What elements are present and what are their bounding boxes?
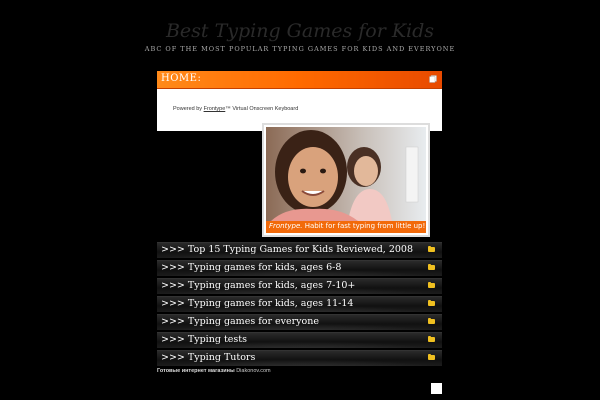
home-title: HOME: (161, 73, 202, 84)
nav-item-label: >>> Typing games for kids, ages 7-10+ (161, 280, 356, 291)
banner-slogan-text: Habit for fast typing from little up! (302, 222, 426, 230)
folder-icon (428, 318, 435, 324)
powered-prefix: Powered by (173, 106, 204, 112)
home-header-bar: HOME: (157, 71, 442, 89)
site-title[interactable]: Best Typing Games for Kids (0, 20, 600, 42)
nav-list: >>> Top 15 Typing Games for Kids Reviewe… (157, 242, 442, 368)
pages-icon[interactable] (429, 75, 437, 83)
banner-brand: Frontype. (269, 222, 303, 230)
nav-item-label: >>> Typing games for kids, ages 6-8 (161, 262, 342, 273)
powered-by-text: Powered by Frontype™ Virtual Onscreen Ke… (173, 106, 298, 112)
footer: Готовые интернет магазины Diakonov.com (157, 368, 271, 374)
folder-icon (428, 264, 435, 270)
nav-item-label: >>> Typing Tutors (161, 352, 256, 363)
nav-item-label: >>> Typing games for everyone (161, 316, 319, 327)
nav-item-ages-6-8[interactable]: >>> Typing games for kids, ages 6-8 (157, 260, 442, 276)
folder-icon (428, 300, 435, 306)
frontype-banner[interactable]: Frontype. Habit for fast typing from lit… (262, 123, 430, 237)
nav-item-label: >>> Top 15 Typing Games for Kids Reviewe… (161, 244, 414, 255)
frontype-link[interactable]: Frontype (204, 106, 226, 112)
folder-icon (428, 354, 435, 360)
folder-icon (428, 282, 435, 288)
nav-item-ages-11-14[interactable]: >>> Typing games for kids, ages 11-14 (157, 296, 442, 312)
nav-item-typing-tests[interactable]: >>> Typing tests (157, 332, 442, 348)
kids-photo-image (266, 127, 426, 221)
slogan-bar: Frontype. Habit for fast typing from lit… (266, 221, 426, 233)
nav-item-everyone[interactable]: >>> Typing games for everyone (157, 314, 442, 330)
kids-photo (266, 127, 426, 221)
folder-icon (428, 246, 435, 252)
scroll-to-top-button[interactable] (431, 383, 442, 394)
nav-item-ages-7-10[interactable]: >>> Typing games for kids, ages 7-10+ (157, 278, 442, 294)
nav-item-label: >>> Typing games for kids, ages 11-14 (161, 298, 354, 309)
nav-item-typing-tutors[interactable]: >>> Typing Tutors (157, 350, 442, 366)
powered-suffix: ™ Virtual Onscreen Keyboard (225, 106, 299, 112)
footer-shop-text: Готовые интернет магазины (157, 368, 235, 374)
nav-item-label: >>> Typing tests (161, 334, 247, 345)
footer-site-link[interactable]: Diakonov.com (235, 368, 270, 374)
site-tagline: ABC OF THE MOST POPULAR TYPING GAMES FOR… (144, 45, 456, 53)
folder-icon (428, 336, 435, 342)
banner-slogan: Frontype. Habit for fast typing from lit… (269, 222, 425, 230)
nav-item-top-15[interactable]: >>> Top 15 Typing Games for Kids Reviewe… (157, 242, 442, 258)
